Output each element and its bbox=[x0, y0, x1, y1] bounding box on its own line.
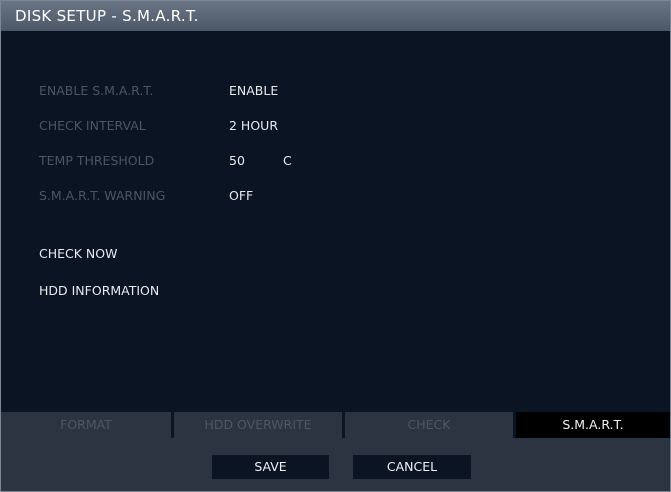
window-title: DISK SETUP - S.M.A.R.T. bbox=[1, 1, 670, 31]
temp-threshold-unit: C bbox=[283, 153, 292, 168]
temp-threshold-value[interactable]: 50 bbox=[229, 151, 245, 171]
save-button[interactable]: SAVE bbox=[212, 455, 329, 479]
enable-smart-label: ENABLE S.M.A.R.T. bbox=[39, 83, 154, 98]
disk-setup-window: DISK SETUP - S.M.A.R.T. ENABLE S.M.A.R.T… bbox=[0, 0, 671, 492]
tab-format[interactable]: FORMAT bbox=[1, 412, 171, 438]
check-interval-value[interactable]: 2 HOUR bbox=[229, 116, 278, 136]
check-interval-label: CHECK INTERVAL bbox=[39, 118, 146, 133]
smart-warning-value[interactable]: OFF bbox=[229, 186, 253, 206]
check-now-button[interactable]: CHECK NOW bbox=[39, 244, 117, 264]
tab-hdd-overwrite[interactable]: HDD OVERWRITE bbox=[174, 412, 342, 438]
enable-smart-value[interactable]: ENABLE bbox=[229, 81, 278, 101]
cancel-button[interactable]: CANCEL bbox=[353, 455, 471, 479]
disk-setup-tabs: FORMAT HDD OVERWRITE CHECK S.M.A.R.T. bbox=[1, 411, 670, 438]
smart-settings-panel: ENABLE S.M.A.R.T. ENABLE CHECK INTERVAL … bbox=[1, 31, 670, 411]
tab-smart[interactable]: S.M.A.R.T. bbox=[516, 412, 670, 438]
smart-warning-label: S.M.A.R.T. WARNING bbox=[39, 188, 166, 203]
hdd-information-button[interactable]: HDD INFORMATION bbox=[39, 281, 159, 301]
footer-bar: SAVE CANCEL bbox=[1, 438, 670, 491]
temp-threshold-label: TEMP THRESHOLD bbox=[39, 153, 155, 168]
tab-check[interactable]: CHECK bbox=[345, 412, 513, 438]
